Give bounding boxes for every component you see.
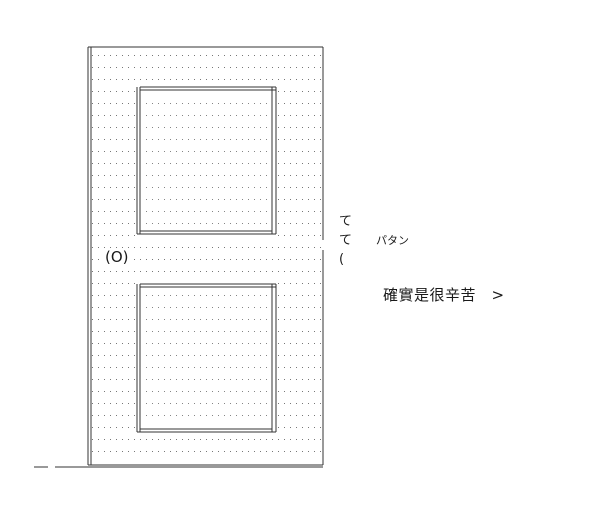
- upper-panel: [136, 86, 277, 236]
- side-glyph-1: て: [339, 214, 353, 229]
- sound-effect-label: パタン: [376, 234, 409, 247]
- lower-panel: [136, 283, 277, 433]
- side-glyph-3: (: [339, 252, 345, 267]
- side-glyph-2: て: [339, 233, 353, 248]
- door-knob: (O): [104, 248, 130, 266]
- caption-text: 確實是很辛苦 >: [383, 286, 505, 304]
- ascii-door-art: [34, 46, 324, 468]
